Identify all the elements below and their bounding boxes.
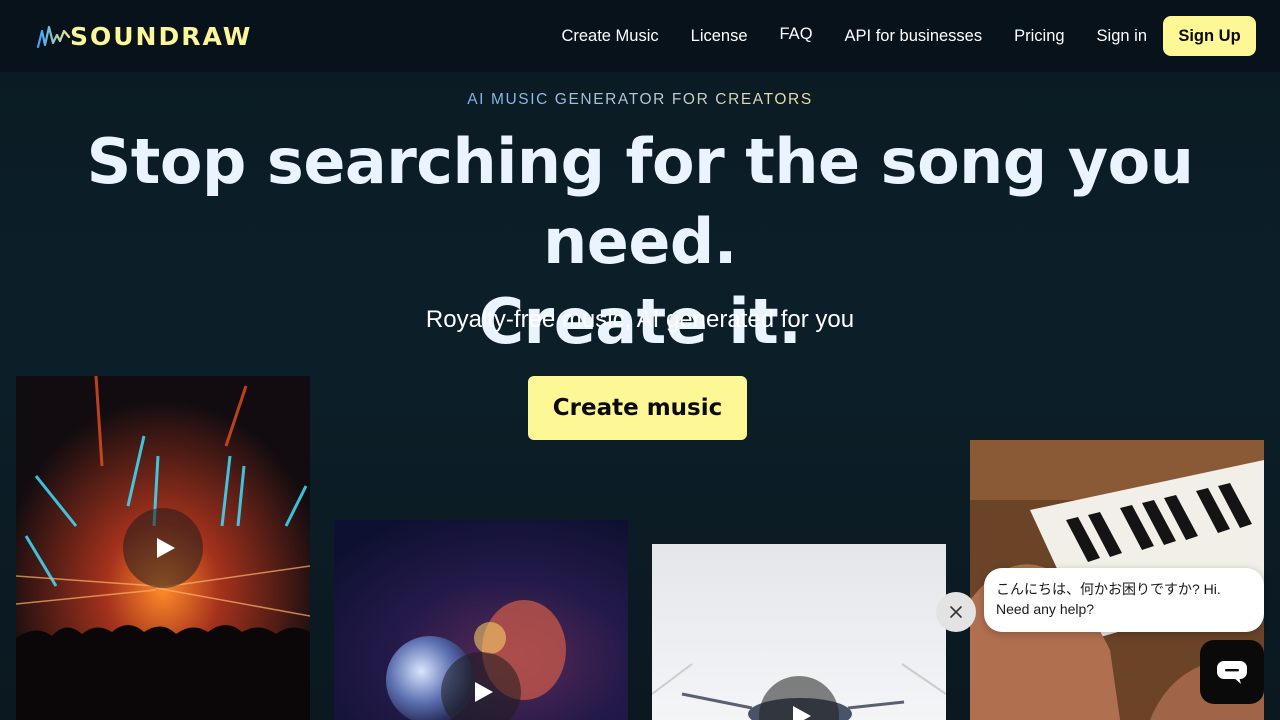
headline-line-1: Stop searching for the song you need. [86,125,1194,278]
nav-license[interactable]: License [691,27,748,46]
top-navigation-bar: SOUNDRAW Create Music License FAQ API fo… [0,0,1280,72]
hero-subline: Royalty-free music, AI generated for you [425,306,855,333]
video-card-concert[interactable] [16,376,310,720]
main-nav: Create Music License FAQ API for busines… [529,16,1256,56]
hero-eyebrow: AI MUSIC GENERATOR FOR CREATORS [0,91,1280,109]
create-music-button[interactable]: Create music [528,376,747,440]
eyebrow-text: AI MUSIC GENERATOR FOR CREATORS [467,91,813,108]
nav-sign-in[interactable]: Sign in [1097,27,1147,46]
chat-message-line-1: こんにちは、何かお困りですか? Hi. [996,581,1221,597]
waveform-logo-icon [36,25,71,49]
sign-up-button[interactable]: Sign Up [1163,16,1256,56]
chat-close-button[interactable] [936,592,976,632]
soundraw-logo[interactable]: SOUNDRAW [36,20,252,52]
chat-icon [1217,661,1247,684]
brand-name: SOUNDRAW [70,21,253,51]
chat-greeting-bubble[interactable]: こんにちは、何かお困りですか? Hi. Need any help? [984,568,1264,632]
nav-pricing[interactable]: Pricing [1014,27,1064,46]
nav-create-music[interactable]: Create Music [561,27,658,46]
chat-message-line-2: Need any help? [996,601,1095,617]
video-card-studio[interactable] [652,544,946,720]
nav-api-for-businesses[interactable]: API for businesses [845,27,983,46]
nav-faq[interactable]: FAQ [780,25,813,44]
play-icon[interactable] [123,508,203,588]
close-icon [950,606,962,618]
chat-launcher-button[interactable] [1200,640,1264,704]
video-card-disco[interactable] [334,520,628,720]
